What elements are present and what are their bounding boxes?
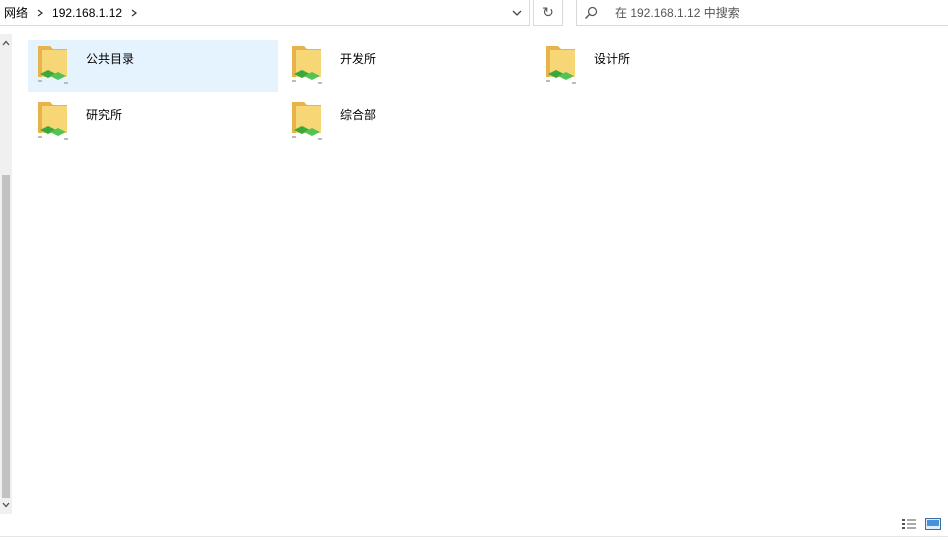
search-input[interactable] [605,5,925,20]
folder-label: 综合部 [340,108,377,122]
breadcrumb-separator-icon[interactable] [32,0,48,26]
scroll-up-arrow-icon[interactable] [0,36,12,50]
refresh-button[interactable]: ↻ [533,0,563,26]
folder-label: 研究所 [86,108,123,122]
navigation-bar: 网络 192.168.1.12 ↻ [0,0,948,28]
breadcrumb-host[interactable]: 192.168.1.12 [48,6,126,20]
view-switcher [900,517,942,531]
scroll-down-arrow-icon[interactable] [0,498,12,512]
search-icon [577,1,605,25]
breadcrumb-separator-icon[interactable] [126,0,142,26]
status-bar-divider [0,536,948,540]
shared-folder-icon [286,96,334,148]
search-box[interactable] [576,0,948,26]
scrollbar-thumb[interactable] [2,175,10,498]
shared-folder-icon [32,40,80,92]
address-history-dropdown[interactable] [505,0,529,25]
large-icons-view-icon[interactable] [924,517,942,531]
folder-item[interactable]: 开发所 [282,40,532,92]
shared-folder-icon [286,40,334,92]
chevron-down-icon [512,10,522,16]
address-bar[interactable]: 网络 192.168.1.12 [0,0,530,26]
folder-item[interactable]: 综合部 [282,96,532,148]
shared-folder-icon [32,96,80,148]
details-view-icon[interactable] [900,517,918,531]
folder-label: 公共目录 [86,52,135,66]
folder-item[interactable]: 公共目录 [28,40,278,92]
vertical-scrollbar[interactable] [0,34,12,514]
shared-folder-icon [540,40,588,92]
refresh-icon: ↻ [542,4,554,21]
folder-label: 设计所 [594,52,631,66]
folder-label: 开发所 [340,52,377,66]
breadcrumb-network[interactable]: 网络 [0,4,32,21]
folder-item[interactable]: 研究所 [28,96,278,148]
folder-item[interactable]: 设计所 [536,40,786,92]
